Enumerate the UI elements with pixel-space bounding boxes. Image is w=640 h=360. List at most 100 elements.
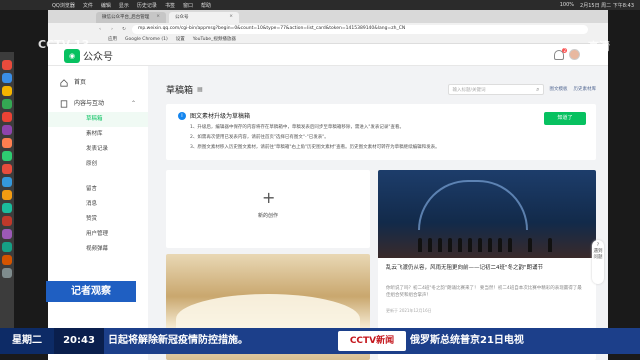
app-icon[interactable] [2, 86, 12, 96]
template-link[interactable]: 图文模板 [550, 86, 568, 92]
plus-icon: + [262, 188, 276, 207]
sidebar-label: 首页 [74, 79, 87, 86]
screen: QQ浏览器 文件 编辑 显示 历史记录 书签 窗口 帮助 100% 2月15日 … [0, 0, 640, 360]
menu-item[interactable]: 帮助 [201, 2, 211, 9]
sidebar-item-publish-records[interactable]: 发表记录 [48, 142, 148, 157]
program-title: 记者观察 [46, 281, 136, 302]
forward-icon[interactable]: › [108, 27, 116, 32]
chevron-up-icon: ⌃ [130, 100, 136, 107]
sidebar-item-original[interactable]: 原创 [48, 157, 148, 172]
app-icon[interactable] [2, 242, 12, 252]
sidebar-item-drafts[interactable]: 草稿箱 [48, 112, 148, 127]
menu-item[interactable]: 文件 [83, 2, 93, 9]
bookmark-item[interactable]: 设置 [176, 36, 185, 42]
news-ticker: 星期二 20:43 日起将解除新冠疫情防控措施。 CCTV新闻 俄罗斯总统普京2… [0, 328, 640, 354]
help-float-button[interactable]: ? 遇到问题 [592, 240, 604, 284]
main-content: 草稿箱 ▦ 输入标题/关键词 ⌕ 图文模板 历史素材库 i 图文素材升级为草稿箱… [166, 66, 596, 360]
help-label: 遇到问题 [593, 249, 603, 260]
app-icon[interactable] [2, 164, 12, 174]
search-icon[interactable]: ⌕ [536, 86, 539, 94]
ticker-day: 星期二 [0, 328, 54, 354]
menu-item[interactable]: 窗口 [183, 2, 193, 9]
bookmarks-bar: 应用 Google Chrome (1) 设置 YouTube_视频播放器 [48, 35, 608, 44]
search-input[interactable]: 输入标题/关键词 ⌕ [447, 83, 544, 95]
sidebar-item-home[interactable]: 首页 [48, 76, 148, 90]
browser-tabbar: 微信公众平台_后台管理 × 公众号 × [48, 10, 608, 23]
app-icon[interactable] [2, 216, 12, 226]
menu-item[interactable]: QQ浏览器 [52, 2, 75, 9]
document-icon [60, 100, 68, 108]
notice-line: 2、如需再次使用已发表内容，请前往首页"选择已有图文"-"已发表"。 [190, 135, 329, 140]
upgrade-notice: i 图文素材升级为草稿箱 1、升级后，编辑器中保存的内容将存在草稿箱中，草稿发表… [166, 104, 596, 160]
article-desc: 你听说了吗？初二4班"冬之韵"朗诵比赛来了！ 要当然！初二4班自本次比赛中精彩的… [386, 286, 582, 298]
menu-item[interactable]: 显示 [119, 2, 129, 9]
wechat-mp-page: ◉ 公众号 2 首页 内容与互动 ⌃ 草稿箱 素材库 发表记录 原创 留言 消息… [48, 44, 608, 360]
cctv-news-logo: CCTV新闻 [338, 331, 406, 351]
back-icon[interactable]: ‹ [96, 27, 104, 32]
battery-status: 100% [559, 1, 575, 8]
ticker-time: 20:43 [54, 328, 104, 354]
app-icon[interactable] [2, 99, 12, 109]
close-icon[interactable]: × [156, 14, 160, 19]
ticker-text: 日起将解除新冠疫情防控措施。 [108, 335, 248, 346]
browser-tab[interactable]: 微信公众平台_后台管理 × [96, 12, 166, 23]
sidebar-group-label: 内容与互动 [74, 100, 105, 107]
info-icon: i [178, 111, 186, 120]
channel-logo: CCTV 13 [38, 38, 90, 51]
search-placeholder: 输入标题/关键词 [452, 87, 486, 93]
hd-mark: 高清 [588, 40, 610, 53]
app-icon[interactable] [2, 177, 12, 187]
article-title: 乱云飞渡仍从容，风雨无阻更向前——记初二4班"冬之韵"朗诵节 [386, 265, 544, 271]
app-icon[interactable] [2, 73, 12, 83]
ticker-text: 俄罗斯总统普京21日电视 [410, 335, 524, 346]
avatar[interactable] [569, 49, 580, 60]
sidebar: 首页 内容与互动 ⌃ 草稿箱 素材库 发表记录 原创 留言 消息 赞赏 用户管理… [48, 66, 148, 360]
sidebar-item-materials[interactable]: 素材库 [48, 127, 148, 142]
app-icon[interactable] [2, 112, 12, 122]
address-input[interactable]: mp.weixin.qq.com/cgi-bin/appmsg?begin=0&… [132, 24, 588, 34]
sidebar-item-comments[interactable]: 留言 [48, 182, 148, 197]
app-icon[interactable] [2, 268, 12, 278]
app-icon[interactable] [2, 60, 12, 70]
app-icon[interactable] [2, 255, 12, 265]
page-title: 草稿箱 [166, 85, 194, 96]
notification-badge: 2 [562, 47, 567, 53]
sidebar-item-danmaku[interactable]: 视频弹幕 [48, 242, 148, 257]
sidebar-item-appreciation[interactable]: 赞赏 [48, 212, 148, 227]
clock: 2月15日 周二 下午8:43 [580, 2, 634, 9]
notice-title: 图文素材升级为草稿箱 [190, 113, 251, 120]
history-library-link[interactable]: 历史素材库 [574, 86, 597, 92]
article-meta: 更新于 2021年12月16日 [386, 308, 432, 313]
bookmark-item[interactable]: 应用 [108, 36, 117, 42]
app-icon[interactable] [2, 190, 12, 200]
menu-item[interactable]: 书签 [165, 2, 175, 9]
mac-dock [0, 52, 14, 342]
help-icon: ? [596, 243, 600, 248]
reload-icon[interactable]: ↻ [120, 27, 128, 32]
new-draft-label: 新的创作 [257, 213, 278, 219]
app-icon[interactable] [2, 138, 12, 148]
browser-urlbar: ‹ › ↻ mp.weixin.qq.com/cgi-bin/appmsg?be… [48, 23, 608, 35]
top-header: ◉ 公众号 2 [48, 44, 608, 66]
app-icon[interactable] [2, 151, 12, 161]
close-icon[interactable]: × [229, 14, 233, 19]
menu-item[interactable]: 编辑 [101, 2, 111, 9]
got-it-button[interactable]: 知道了 [544, 112, 586, 125]
menu-item[interactable]: 历史记录 [137, 2, 157, 9]
bookmark-item[interactable]: Google Chrome (1) [125, 37, 168, 42]
sidebar-item-users[interactable]: 用户管理 [48, 227, 148, 242]
home-icon [60, 79, 68, 87]
app-icon[interactable] [2, 203, 12, 213]
sidebar-item-messages[interactable]: 消息 [48, 197, 148, 212]
tab-label: 微信公众平台_后台管理 [102, 15, 150, 20]
browser-tab-active[interactable]: 公众号 × [169, 12, 239, 23]
grid-icon[interactable]: ▦ [197, 86, 203, 93]
bookmark-item[interactable]: YouTube_视频播放器 [193, 36, 236, 42]
app-icon[interactable] [2, 125, 12, 135]
notice-line: 1、升级后，编辑器中保存的内容将存在草稿箱中，草稿发表后同步至草稿箱移除，需进入… [190, 125, 404, 130]
sidebar-group-content[interactable]: 内容与互动 ⌃ [48, 96, 148, 112]
mac-menubar: QQ浏览器 文件 编辑 显示 历史记录 书签 窗口 帮助 100% 2月15日 … [0, 0, 640, 10]
new-draft-card[interactable]: + 新的创作 [166, 170, 370, 248]
bell-icon[interactable]: 2 [554, 47, 567, 60]
app-icon[interactable] [2, 229, 12, 239]
